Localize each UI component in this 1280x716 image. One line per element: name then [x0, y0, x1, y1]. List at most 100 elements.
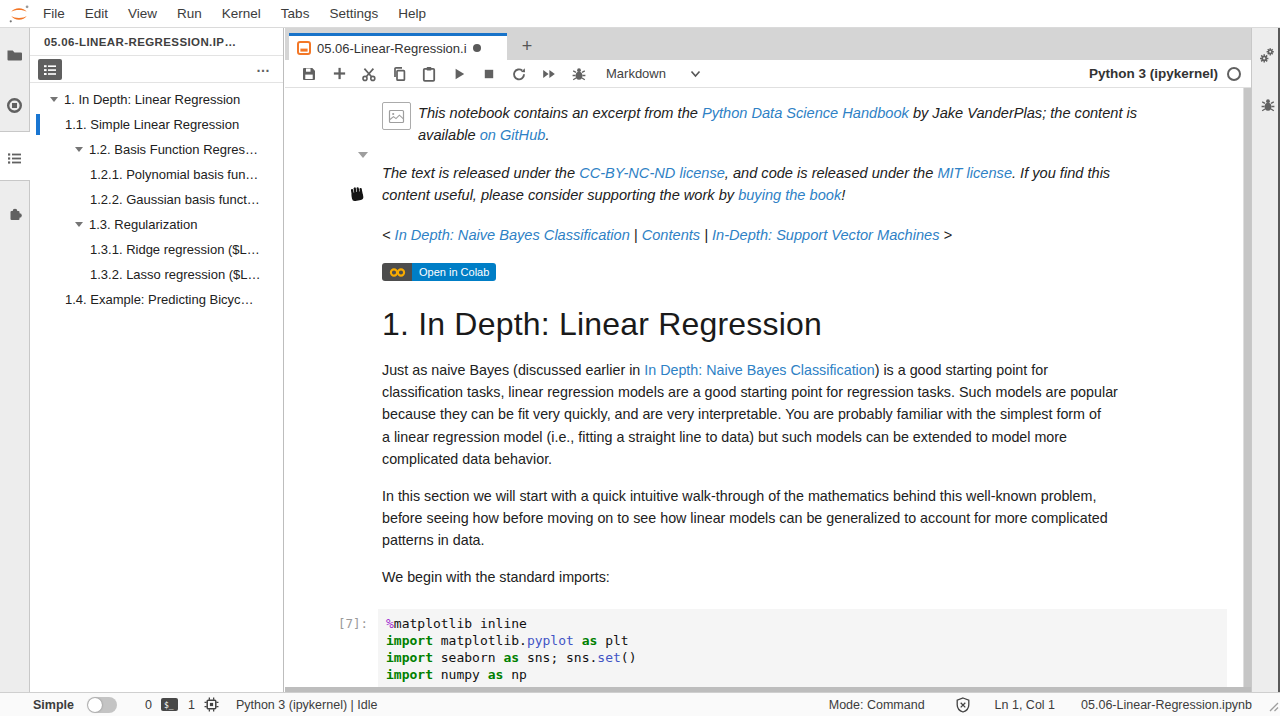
- property-inspector-icon[interactable]: [1253, 38, 1280, 72]
- toc-item-label: 1.4. Example: Predicting Bicyc…: [65, 292, 254, 307]
- cursor-position[interactable]: Ln 1, Col 1: [995, 698, 1055, 712]
- active-toc-indicator: [36, 114, 40, 135]
- toc-numbering-button[interactable]: [38, 59, 62, 80]
- inline-link[interactable]: Contents: [642, 227, 700, 243]
- code-editor[interactable]: %matplotlib inlineimport matplotlib.pypl…: [378, 609, 1227, 687]
- collapse-caret-icon[interactable]: [50, 97, 58, 102]
- notebook-tab[interactable]: 05.06-Linear-Regression.i: [289, 33, 507, 60]
- code-cell[interactable]: [7]: %matplotlib inlineimport matplotlib…: [285, 609, 1243, 687]
- command-mode-indicator[interactable]: Mode: Command: [829, 698, 925, 712]
- stop-button[interactable]: [474, 61, 504, 87]
- toc-item[interactable]: 1.3. Regularization: [30, 212, 283, 237]
- body-paragraph: We begin with the standard imports:: [382, 566, 1238, 588]
- restart-kernel-button[interactable]: [504, 61, 534, 87]
- toc-more-button[interactable]: …: [256, 56, 271, 83]
- toc-item-label: 1.2. Basis Function Regres…: [89, 142, 258, 157]
- toc-item[interactable]: 1.2.2. Gaussian basis funct…: [30, 187, 283, 212]
- inline-link[interactable]: on GitHub: [480, 127, 546, 143]
- menu-edit[interactable]: Edit: [75, 6, 118, 21]
- toc-item[interactable]: 1.1. Simple Linear Regression: [30, 112, 283, 137]
- menu-run[interactable]: Run: [167, 6, 212, 21]
- menu-settings[interactable]: Settings: [319, 6, 388, 21]
- tab-bar: 05.06-Linear-Regression.i +: [285, 28, 1251, 60]
- menu-kernel[interactable]: Kernel: [212, 6, 271, 21]
- toc-toolbar: …: [30, 56, 283, 83]
- paste-cells-button[interactable]: [414, 61, 444, 87]
- toc-item[interactable]: 1.2.1. Polynomial basis fun…: [30, 162, 283, 187]
- statusbar-filename: 05.06-Linear-Regression.ipynb: [1081, 698, 1252, 712]
- terminals-count: 0: [145, 698, 152, 712]
- kernel-name[interactable]: Python 3 (ipykernel): [1089, 66, 1218, 81]
- toc-item-label: 1.3. Regularization: [89, 217, 197, 232]
- inline-link[interactable]: Python Data Science Handbook: [702, 105, 909, 121]
- simple-mode-toggle[interactable]: [87, 697, 117, 713]
- toc-item[interactable]: 1.3.1. Ridge regression ($L…: [30, 237, 283, 262]
- colab-logo-icon: [382, 263, 412, 281]
- cell-type-value: Markdown: [606, 66, 666, 81]
- run-button[interactable]: [444, 61, 474, 87]
- extensions-icon[interactable]: [0, 196, 29, 230]
- collapse-caret-icon[interactable]: [75, 147, 83, 152]
- menu-view[interactable]: View: [118, 6, 167, 21]
- status-bar: Simple 0 $_ 1 Python 3 (ipykernel) | Idl…: [0, 692, 1280, 716]
- markdown-cell[interactable]: This notebook contains an excerpt from t…: [285, 88, 1243, 282]
- notebook-nav-links: < In Depth: Naive Bayes Classification |…: [382, 224, 1238, 246]
- body-paragraph: In this section we will start with a qui…: [382, 485, 1238, 552]
- body-paragraph: Just as naive Bayes (discussed earlier i…: [382, 359, 1238, 471]
- open-in-colab-badge[interactable]: Open in Colab: [382, 263, 496, 281]
- terminal-icon[interactable]: $_: [161, 698, 178, 711]
- debugger-panel-icon[interactable]: [1253, 88, 1280, 122]
- resize-grip[interactable]: [1267, 700, 1279, 715]
- menu-bar: FileEditViewRunKernelTabsSettingsHelp: [0, 0, 1280, 28]
- markdown-cell[interactable]: 1. In Depth: Linear Regression Just as n…: [285, 304, 1243, 589]
- kernels-count: 1: [188, 698, 195, 712]
- toc-item[interactable]: 1. In Depth: Linear Regression: [30, 87, 283, 112]
- running-sessions-icon[interactable]: [0, 88, 29, 122]
- code-line: %matplotlib inline: [386, 615, 1219, 632]
- restart-run-all-button[interactable]: [534, 61, 564, 87]
- code-line: import seaborn as sns; sns.set(): [386, 649, 1219, 666]
- debugger-icon[interactable]: [564, 61, 594, 87]
- vertical-scrollbar[interactable]: [1243, 88, 1251, 692]
- notebook-content: This notebook contains an excerpt from t…: [285, 88, 1251, 692]
- menu-help[interactable]: Help: [388, 6, 436, 21]
- inline-link[interactable]: MIT license: [937, 165, 1012, 181]
- chevron-down-icon: [690, 70, 701, 78]
- add-cell-button[interactable]: [324, 61, 354, 87]
- cut-cells-button[interactable]: [354, 61, 384, 87]
- inline-link[interactable]: CC-BY-NC-ND license: [579, 165, 725, 181]
- inline-link[interactable]: In-Depth: Support Vector Machines: [712, 227, 939, 243]
- menu-file[interactable]: File: [33, 6, 75, 21]
- tab-title: 05.06-Linear-Regression.i: [317, 41, 467, 56]
- kernel-status-icon[interactable]: [1227, 67, 1241, 81]
- excerpt-paragraph: This notebook contains an excerpt from t…: [382, 102, 1238, 147]
- copy-cells-button[interactable]: [384, 61, 414, 87]
- cell-collapser-icon[interactable]: [358, 152, 368, 158]
- svg-text:$_: $_: [164, 701, 174, 710]
- cell-type-select[interactable]: Markdown: [606, 66, 701, 81]
- notebook-toolbar: Markdown Python 3 (ipykernel): [285, 60, 1251, 88]
- save-button[interactable]: [294, 61, 324, 87]
- kernel-sessions-icon[interactable]: [204, 697, 219, 712]
- colab-badge-label: Open in Colab: [412, 263, 496, 281]
- table-of-contents-icon[interactable]: [0, 141, 29, 175]
- menu-items: FileEditViewRunKernelTabsSettingsHelp: [33, 0, 436, 27]
- main-dock-panel: 05.06-Linear-Regression.i +: [285, 28, 1251, 692]
- inline-link[interactable]: buying the book: [738, 187, 841, 203]
- inline-link[interactable]: In Depth: Naive Bayes Classification: [395, 227, 630, 243]
- simple-mode-label: Simple: [33, 698, 74, 712]
- collapse-caret-icon[interactable]: [75, 222, 83, 227]
- jupyter-logo-icon: [8, 3, 30, 25]
- new-tab-button[interactable]: +: [513, 33, 541, 60]
- toggle-knob: [88, 698, 102, 712]
- trust-shield-icon[interactable]: [956, 697, 970, 713]
- file-browser-icon[interactable]: [0, 37, 29, 71]
- menu-tabs[interactable]: Tabs: [271, 6, 320, 21]
- toc-item[interactable]: 1.3.2. Lasso regression ($L…: [30, 262, 283, 287]
- toc-item[interactable]: 1.2. Basis Function Regres…: [30, 137, 283, 162]
- kernel-status-text[interactable]: Python 3 (ipykernel) | Idle: [236, 698, 378, 712]
- inline-link[interactable]: In Depth: Naive Bayes Classification: [644, 362, 874, 378]
- toc-item[interactable]: 1.4. Example: Predicting Bicyc…: [30, 287, 283, 312]
- toc-item-label: 1. In Depth: Linear Regression: [64, 92, 240, 107]
- toc-item-label: 1.2.2. Gaussian basis funct…: [90, 192, 260, 207]
